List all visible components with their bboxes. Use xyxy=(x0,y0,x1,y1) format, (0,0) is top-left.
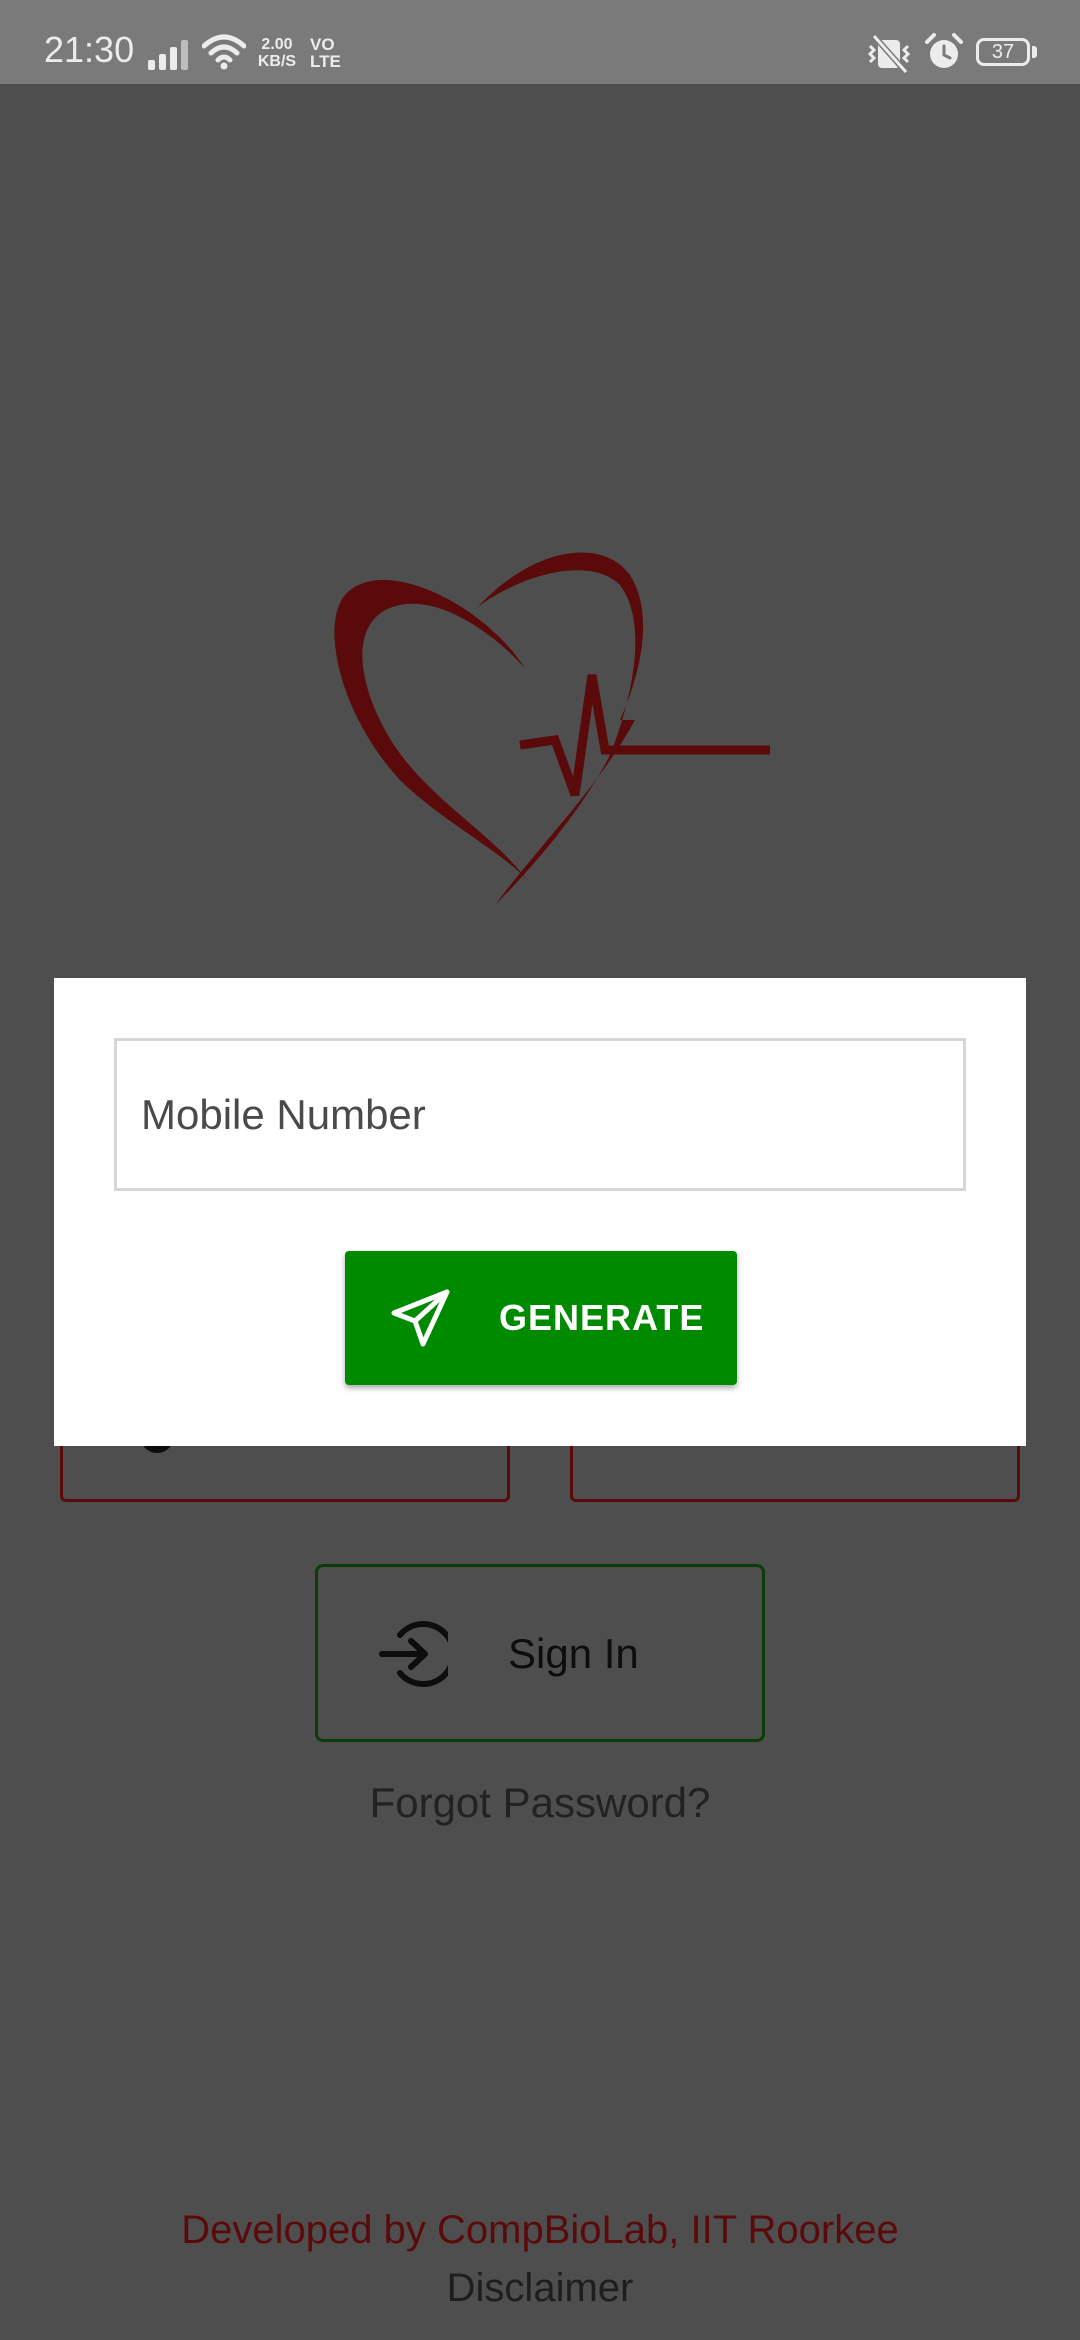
network-type: VO LTE xyxy=(310,36,346,70)
network-type-top: VO xyxy=(310,35,335,54)
forgot-password-link[interactable]: Forgot Password? xyxy=(0,1778,1080,1828)
signal-icon xyxy=(148,40,188,70)
heart-pulse-logo xyxy=(334,552,770,905)
otp-dialog: GENERATE xyxy=(54,978,1026,1446)
generate-button[interactable]: GENERATE xyxy=(345,1251,737,1385)
send-icon xyxy=(391,1289,450,1347)
developed-by-text: Developed by CompBioLab, IIT Roorkee xyxy=(181,2208,899,2252)
battery-icon: 37 xyxy=(976,38,1030,66)
login-icon xyxy=(379,1621,448,1687)
status-time: 21:30 xyxy=(44,29,135,70)
network-speed: 2.00 KB/S xyxy=(256,36,298,70)
alarm-icon xyxy=(925,33,963,68)
generate-label: GENERATE xyxy=(499,1297,705,1338)
disclaimer-link[interactable]: Disclaimer xyxy=(0,2264,1080,2312)
wifi-icon xyxy=(202,34,246,70)
mobile-number-input[interactable] xyxy=(114,1038,966,1191)
battery-level: 37 xyxy=(991,41,1015,63)
status-bar: 21:30 2.00 KB/S VO LTE 37 xyxy=(0,0,1080,84)
network-speed-unit: KB/S xyxy=(257,53,297,70)
battery-nub xyxy=(1032,46,1037,58)
network-type-bottom: LTE xyxy=(310,52,341,71)
vibrate-off-icon xyxy=(867,34,911,74)
signin-label: Sign In xyxy=(508,1630,639,1677)
signin-button[interactable]: Sign In xyxy=(315,1564,765,1742)
network-speed-value: 2.00 xyxy=(261,36,293,53)
